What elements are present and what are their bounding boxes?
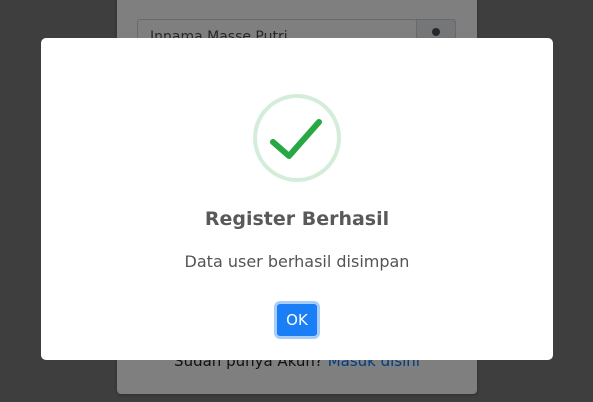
ok-button[interactable]: OK: [274, 301, 320, 339]
success-check-icon: [253, 94, 341, 182]
dialog-message: Data user berhasil disimpan: [184, 252, 410, 271]
dialog-title: Register Berhasil: [204, 208, 390, 230]
success-dialog: Register Berhasil Data user berhasil dis…: [41, 38, 553, 360]
